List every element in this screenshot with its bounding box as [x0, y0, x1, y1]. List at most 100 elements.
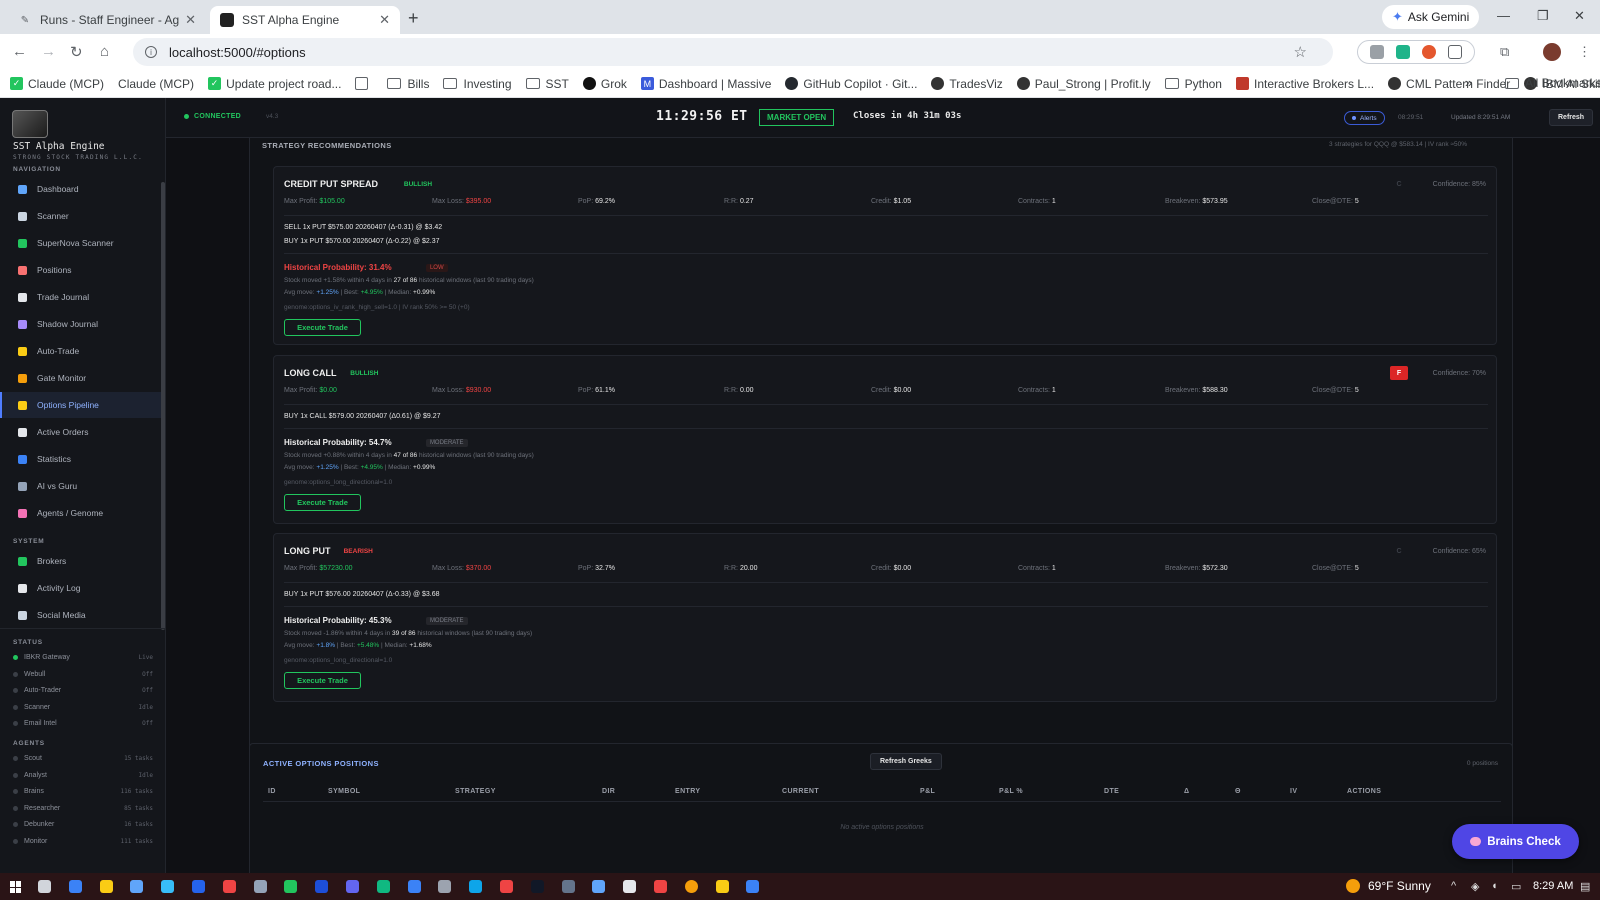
bookmark-folder[interactable]: Bills — [387, 77, 429, 91]
app-icon[interactable] — [530, 880, 544, 893]
notifications-icon[interactable]: ▤ — [1580, 880, 1590, 893]
store-icon[interactable] — [130, 880, 144, 893]
close-window-icon[interactable]: ✕ — [1574, 8, 1585, 24]
app-icon[interactable] — [376, 880, 390, 893]
address-bar[interactable]: i localhost:5000/#options ☆ — [133, 38, 1333, 66]
sidebar-scrollbar[interactable] — [161, 182, 165, 630]
bookmark-item[interactable]: Interactive Brokers L... — [1235, 77, 1374, 91]
column-header[interactable]: Δ — [1184, 788, 1189, 795]
back-icon[interactable]: ← — [12, 43, 27, 60]
bookmark-folder[interactable]: Investing — [443, 77, 512, 91]
sidebar-item-ai-vs-guru[interactable]: AI vs Guru — [0, 473, 162, 499]
app-icon[interactable] — [469, 880, 483, 893]
bookmark-item[interactable]: Grok — [582, 77, 627, 91]
column-header[interactable]: P&L % — [999, 788, 1023, 795]
app-icon[interactable] — [222, 880, 236, 893]
ask-gemini-button[interactable]: ✦ Ask Gemini — [1382, 5, 1480, 29]
task-view-icon[interactable] — [38, 880, 51, 893]
site-info-icon[interactable]: i — [145, 46, 157, 58]
notes-icon[interactable] — [715, 880, 729, 893]
app-icon[interactable] — [253, 880, 267, 893]
bookmark-folder[interactable]: SST — [525, 77, 569, 91]
network-icon[interactable]: ◈ — [1471, 880, 1479, 893]
minimize-icon[interactable]: — — [1497, 8, 1510, 23]
weather-widget[interactable]: 69°F Sunny — [1346, 879, 1431, 893]
sidebar-item-shadow-journal[interactable]: Shadow Journal — [0, 311, 162, 337]
app-icon[interactable] — [561, 880, 575, 893]
column-header[interactable]: ENTRY — [675, 788, 700, 795]
bookmark-item[interactable]: ✓ Update project road... — [208, 77, 341, 91]
sidebar-item-brokers[interactable]: Brokers — [0, 548, 162, 574]
new-tab-button[interactable]: + — [408, 8, 419, 29]
bookmark-item[interactable]: Claude (MCP) — [118, 77, 194, 91]
close-icon[interactable]: ✕ — [185, 12, 196, 28]
all-bookmarks[interactable]: All Bookmarks — [1505, 76, 1600, 90]
forward-icon[interactable]: → — [41, 43, 56, 60]
refresh-button[interactable]: Refresh — [1549, 109, 1594, 126]
browser-tab-active[interactable]: SST Alpha Engine ✕ — [210, 6, 400, 34]
app-icon[interactable] — [592, 880, 606, 893]
bookmark-item[interactable]: TradesViz — [931, 77, 1003, 91]
bookmark-item[interactable]: M Dashboard | Massive — [640, 77, 771, 91]
bookmark-item[interactable]: Paul_Strong | Profit.ly — [1016, 77, 1151, 91]
menu-kebab-icon[interactable]: ⋮ — [1578, 44, 1591, 60]
display-icon[interactable]: ▭ — [1511, 880, 1521, 893]
column-header[interactable]: SYMBOL — [328, 788, 360, 795]
reload-icon[interactable]: ↻ — [70, 43, 83, 61]
bookmark-item[interactable] — [355, 77, 373, 90]
copilot-icon[interactable] — [68, 880, 82, 893]
restore-icon[interactable]: ❐ — [1537, 8, 1549, 24]
extension-icon[interactable] — [1396, 45, 1410, 59]
column-header[interactable]: DIR — [602, 788, 615, 795]
refresh-greeks-button[interactable]: Refresh Greeks — [870, 753, 942, 770]
sidebar-item-auto-trade[interactable]: Auto-Trade — [0, 338, 162, 364]
execute-trade-button[interactable]: Execute Trade — [284, 672, 361, 689]
calculator-icon[interactable] — [161, 880, 175, 893]
app-icon[interactable] — [746, 880, 760, 893]
brains-check-button[interactable]: Brains Check — [1452, 824, 1579, 859]
discord-icon[interactable] — [346, 880, 359, 893]
app-icon[interactable] — [623, 880, 637, 893]
claude-extension-icon[interactable] — [1422, 45, 1436, 59]
browser-tab[interactable]: ✎ Runs - Staff Engineer - Agents - I ✕ — [8, 6, 206, 34]
execute-trade-button[interactable]: Execute Trade — [284, 319, 361, 336]
sidebar-item-dashboard[interactable]: Dashboard — [0, 176, 162, 202]
execute-trade-button[interactable]: Execute Trade — [284, 494, 361, 511]
sidebar-item-scanner[interactable]: Scanner — [0, 203, 162, 229]
column-header[interactable]: CURRENT — [782, 788, 819, 795]
sidebar-item-positions[interactable]: Positions — [0, 257, 162, 283]
bookmarks-more-icon[interactable]: » — [1465, 75, 1472, 90]
reading-mode-icon[interactable]: ⧉ — [1500, 44, 1509, 60]
sidebar-item-agents-genome[interactable]: Agents / Genome — [0, 500, 162, 526]
bookmark-item[interactable]: GitHub Copilot · Git... — [785, 77, 917, 91]
close-icon[interactable]: ✕ — [379, 12, 390, 28]
bookmark-item[interactable]: CML Pattern Finder — [1388, 77, 1510, 91]
column-header[interactable]: STRATEGY — [455, 788, 496, 795]
app-icon[interactable] — [407, 880, 421, 893]
sidebar-item-statistics[interactable]: Statistics — [0, 446, 162, 472]
sidebar-item-options-pipeline[interactable]: Options Pipeline — [0, 392, 162, 418]
bookmark-star-icon[interactable]: ☆ — [1294, 43, 1307, 61]
alerts-button[interactable]: Alerts — [1344, 111, 1385, 125]
column-header[interactable]: IV — [1290, 788, 1297, 795]
extension-icon[interactable] — [1370, 45, 1384, 59]
sidebar-item-active-orders[interactable]: Active Orders — [0, 419, 162, 445]
chrome-icon[interactable] — [684, 880, 698, 893]
sidebar-item-trade-journal[interactable]: Trade Journal — [0, 284, 162, 310]
sidebar-item-activity-log[interactable]: Activity Log — [0, 575, 162, 601]
column-header[interactable]: ID — [268, 788, 276, 795]
bookmark-item[interactable]: ✓ Claude (MCP) — [10, 77, 104, 91]
sidebar-item-gate-monitor[interactable]: Gate Monitor — [0, 365, 162, 391]
sidebar-item-supernova-scanner[interactable]: SuperNova Scanner — [0, 230, 162, 256]
tray-chevron-icon[interactable]: ^ — [1451, 880, 1456, 892]
app-icon[interactable] — [438, 880, 452, 893]
app-icon[interactable] — [500, 880, 513, 893]
sidebar-item-social-media[interactable]: Social Media — [0, 602, 162, 628]
column-header[interactable]: ACTIONS — [1347, 788, 1381, 795]
bookmark-folder[interactable]: Python — [1164, 77, 1222, 91]
spotify-icon[interactable] — [284, 880, 298, 893]
app-icon[interactable] — [192, 880, 205, 893]
windows-start-icon[interactable] — [10, 881, 22, 893]
volume-icon[interactable]: ◖ — [1491, 880, 1498, 892]
app-icon[interactable] — [654, 880, 667, 893]
